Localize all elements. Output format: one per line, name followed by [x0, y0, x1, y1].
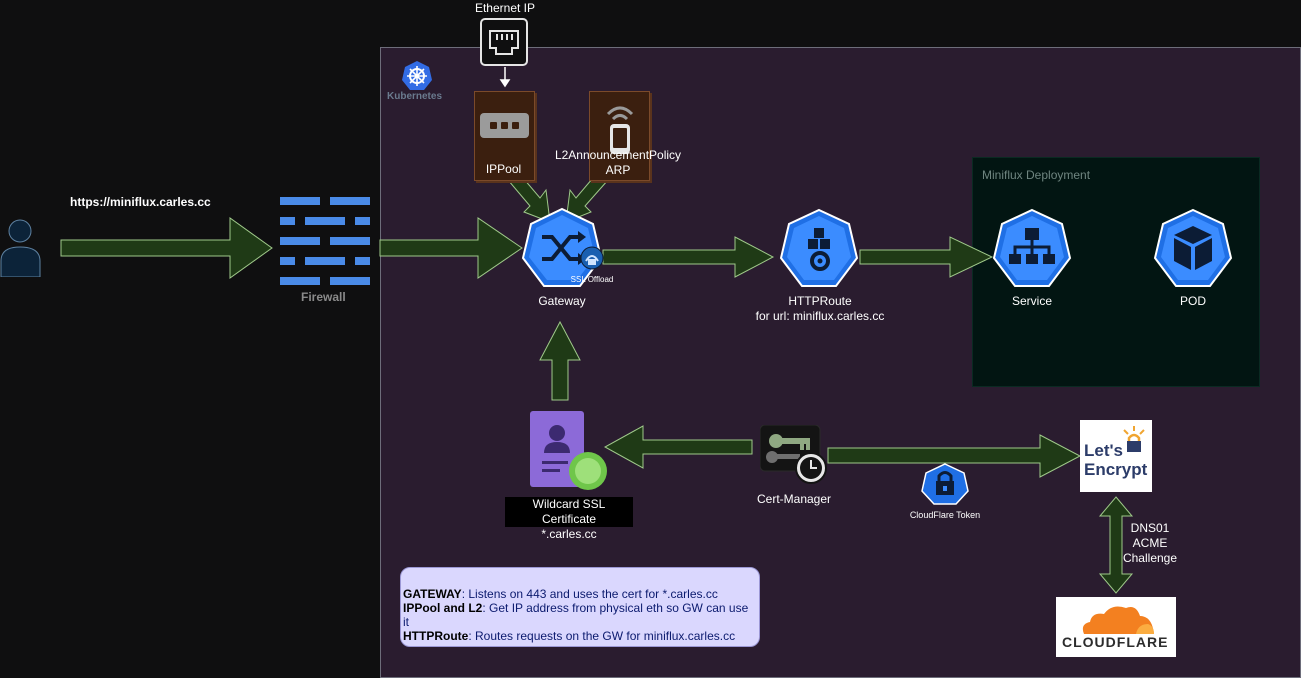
ssl-offload-icon	[580, 246, 604, 270]
ethernet-ip-label: Ethernet IP	[474, 1, 536, 15]
request-url-label: https://miniflux.carles.cc	[70, 195, 211, 209]
arrow-gateway-to-httproute	[602, 236, 775, 278]
letsencrypt-lock-icon	[1123, 426, 1145, 452]
cloudflare-cloud-icon	[1082, 606, 1154, 634]
firewall-icon	[280, 197, 370, 287]
note-line-ippool: IPPool and L2: Get IP address from physi…	[403, 601, 749, 629]
firewall-label: Firewall	[301, 290, 346, 304]
cert-manager-label: Cert-Manager	[756, 492, 832, 506]
user-icon	[0, 217, 42, 278]
arrow-user-to-firewall	[60, 217, 273, 279]
gateway-label: Gateway	[538, 294, 586, 308]
arrow-httproute-to-service	[859, 236, 994, 278]
service-label: Service	[1011, 294, 1052, 308]
kubernetes-logo-icon	[401, 60, 433, 92]
note-line-gateway: GATEWAY: Listens on 443 and uses the cer…	[403, 587, 718, 601]
cloudflare-token-label: CloudFlare Token	[909, 510, 981, 520]
cert-manager-icon	[759, 424, 828, 485]
cloudflare-token-icon	[921, 463, 969, 505]
l2-announcement-label: L2AnnouncementPolicy ARP	[554, 148, 682, 177]
service-node	[991, 208, 1073, 290]
dns01-challenge-label: DNS01 ACME Challenge	[1122, 521, 1178, 565]
httproute-label: HTTPRoute for url: miniflux.carles.cc	[755, 294, 885, 323]
kubernetes-label: Kubernetes	[387, 91, 443, 102]
letsencrypt-logo: Let's Encrypt	[1080, 420, 1152, 492]
ippool-label: IPPool	[485, 162, 522, 176]
arrow-firewall-to-gateway	[379, 217, 523, 279]
certificate-label: Wildcard SSL Certificate *.carles.cc	[505, 497, 633, 541]
ip-address-icon	[480, 113, 529, 138]
cloudflare-logo: CLOUDFLARE	[1056, 597, 1176, 657]
arrow-certificate-to-gateway	[539, 320, 581, 401]
ethernet-port-icon	[480, 18, 528, 66]
pod-node	[1152, 208, 1234, 290]
legend-note: GATEWAY: Listens on 443 and uses the cer…	[400, 567, 760, 647]
certificate-icon	[530, 411, 608, 491]
ssl-offload-label: SSL Offload	[570, 275, 614, 284]
pod-label: POD	[1179, 294, 1206, 308]
note-line-httproute: HTTPRoute: Routes requests on the GW for…	[403, 629, 736, 643]
arrow-certmanager-to-certificate	[603, 425, 753, 469]
httproute-node	[778, 208, 860, 290]
